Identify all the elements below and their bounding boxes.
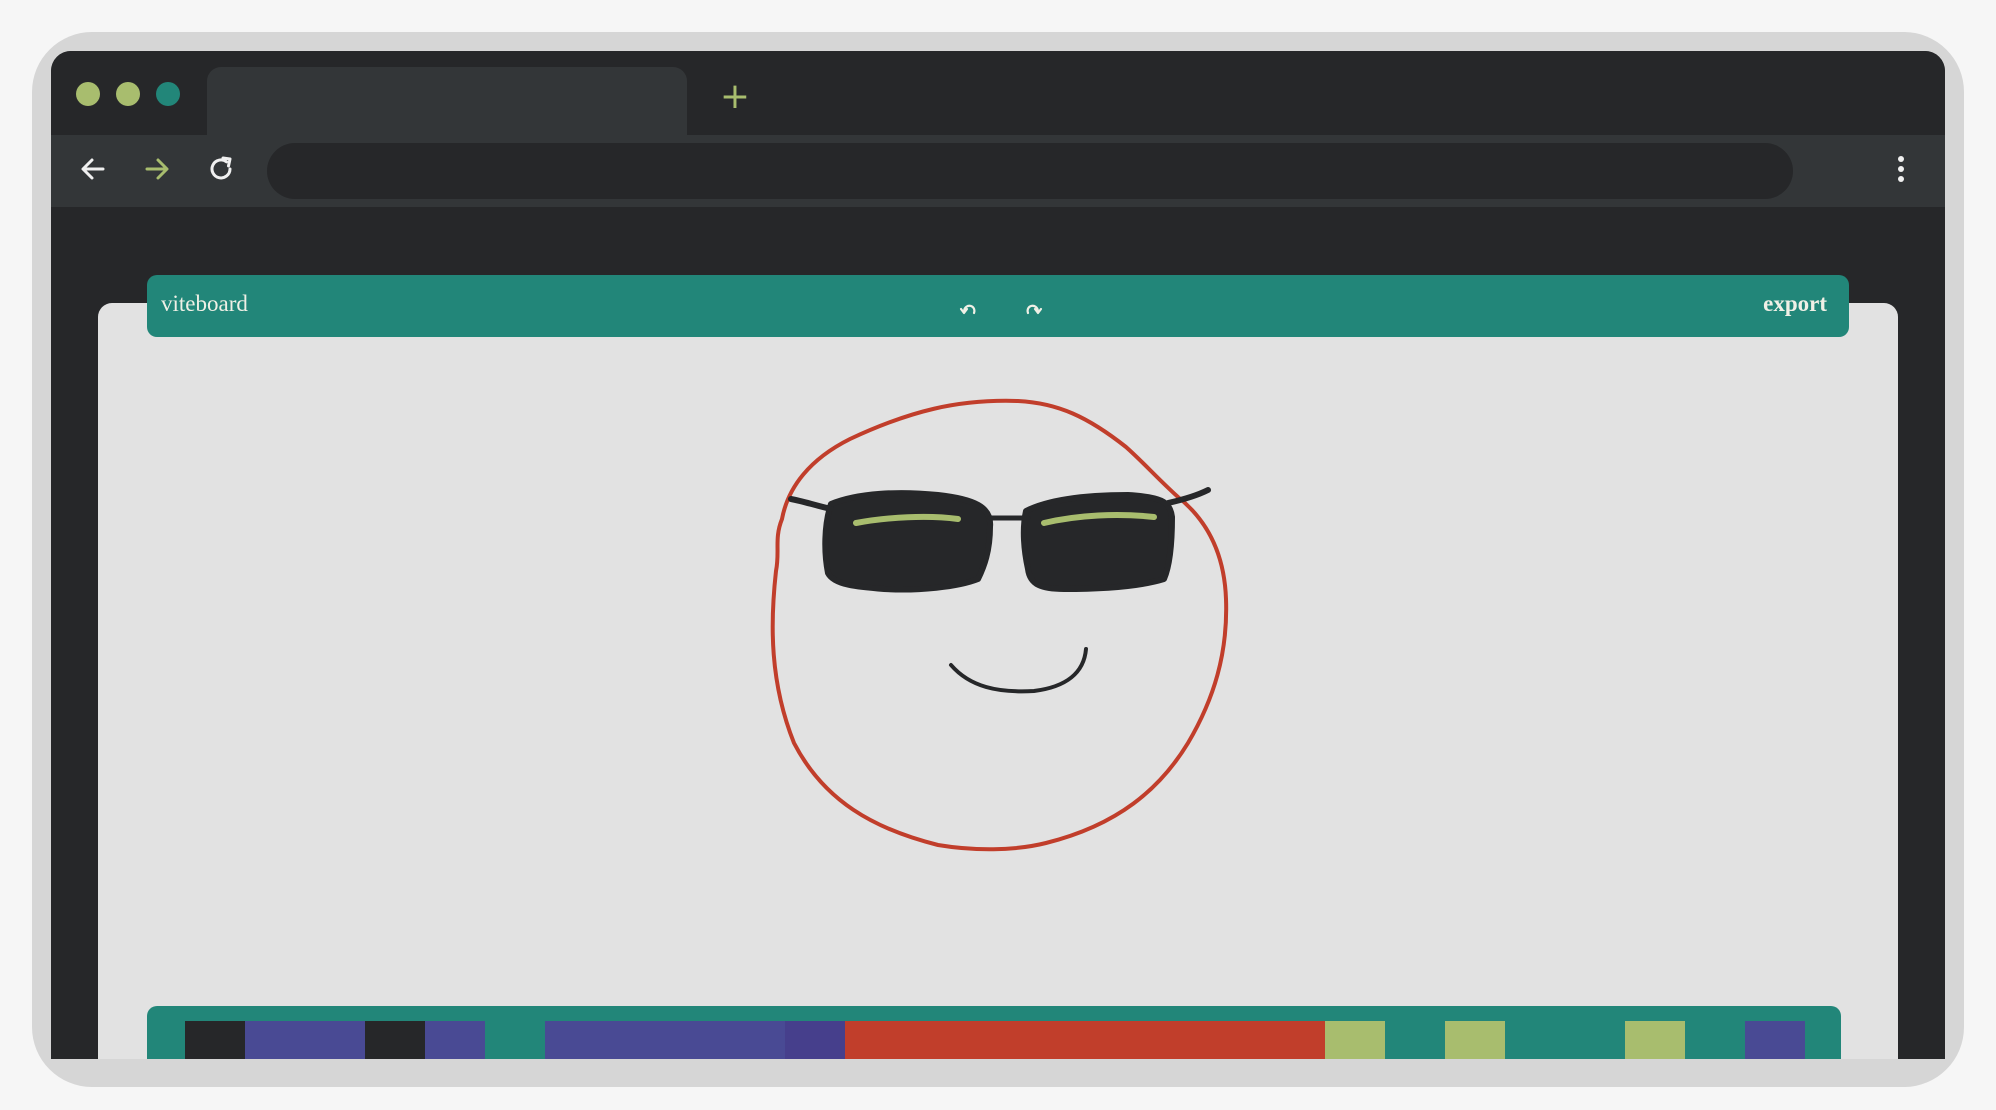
maximize-dot[interactable] bbox=[116, 82, 140, 106]
color-swatch[interactable] bbox=[1325, 1021, 1385, 1059]
color-swatch[interactable] bbox=[1565, 1021, 1625, 1059]
close-dot[interactable] bbox=[156, 82, 180, 106]
browser-menu-button[interactable] bbox=[1883, 147, 1919, 191]
color-swatch[interactable] bbox=[1745, 1021, 1805, 1059]
color-swatch[interactable] bbox=[965, 1021, 1025, 1059]
color-swatch[interactable] bbox=[1445, 1021, 1505, 1059]
undo-button[interactable] bbox=[957, 297, 981, 321]
smile-stroke bbox=[949, 647, 1088, 694]
address-bar[interactable] bbox=[267, 143, 1793, 199]
left-temple-stroke bbox=[788, 496, 834, 512]
color-swatch[interactable] bbox=[305, 1021, 365, 1059]
color-swatch[interactable] bbox=[1145, 1021, 1205, 1059]
new-tab-button[interactable]: + bbox=[715, 77, 755, 117]
browser-window: + viteboard export bbox=[51, 51, 1945, 1059]
color-swatch[interactable] bbox=[1025, 1021, 1085, 1059]
color-swatch[interactable] bbox=[1505, 1021, 1565, 1059]
color-swatch[interactable] bbox=[1205, 1021, 1265, 1059]
color-swatch[interactable] bbox=[605, 1021, 665, 1059]
drawing-strokes bbox=[770, 398, 1229, 852]
face-stroke bbox=[770, 398, 1229, 852]
undo-icon bbox=[959, 304, 976, 315]
color-swatch[interactable] bbox=[785, 1021, 845, 1059]
minimize-dot[interactable] bbox=[76, 82, 100, 106]
color-swatch[interactable] bbox=[1385, 1021, 1445, 1059]
back-button[interactable] bbox=[71, 147, 115, 191]
redo-icon bbox=[1026, 304, 1043, 315]
color-palette bbox=[147, 1006, 1841, 1059]
app-header: viteboard export bbox=[147, 275, 1849, 337]
forward-button[interactable] bbox=[135, 147, 179, 191]
color-swatch[interactable] bbox=[665, 1021, 725, 1059]
export-button[interactable]: export bbox=[1763, 289, 1827, 319]
reload-button[interactable] bbox=[199, 147, 243, 191]
reload-icon bbox=[210, 156, 232, 180]
color-swatch[interactable] bbox=[185, 1021, 245, 1059]
color-swatch[interactable] bbox=[1265, 1021, 1325, 1059]
color-swatch[interactable] bbox=[365, 1021, 425, 1059]
active-tab[interactable] bbox=[207, 67, 687, 135]
color-swatch[interactable] bbox=[485, 1021, 545, 1059]
app-brand: viteboard bbox=[161, 291, 248, 316]
forward-arrow-icon bbox=[145, 158, 169, 180]
back-arrow-icon bbox=[81, 158, 105, 180]
drawing-canvas[interactable] bbox=[98, 303, 1898, 1059]
color-swatch[interactable] bbox=[725, 1021, 785, 1059]
color-swatch[interactable] bbox=[245, 1021, 305, 1059]
color-swatch[interactable] bbox=[845, 1021, 905, 1059]
tab-strip: + bbox=[51, 51, 1945, 135]
color-swatch[interactable] bbox=[1685, 1021, 1745, 1059]
page-viewport: viteboard export bbox=[51, 207, 1945, 1059]
color-swatch[interactable] bbox=[905, 1021, 965, 1059]
color-swatch[interactable] bbox=[425, 1021, 485, 1059]
color-swatch[interactable] bbox=[1625, 1021, 1685, 1059]
right-lens-stroke bbox=[1020, 492, 1175, 592]
more-vert-icon bbox=[1898, 156, 1904, 182]
left-lens-stroke bbox=[822, 490, 994, 593]
color-swatch[interactable] bbox=[1085, 1021, 1145, 1059]
browser-toolbar bbox=[51, 135, 1945, 207]
color-swatch[interactable] bbox=[545, 1021, 605, 1059]
redo-button[interactable] bbox=[1021, 297, 1045, 321]
